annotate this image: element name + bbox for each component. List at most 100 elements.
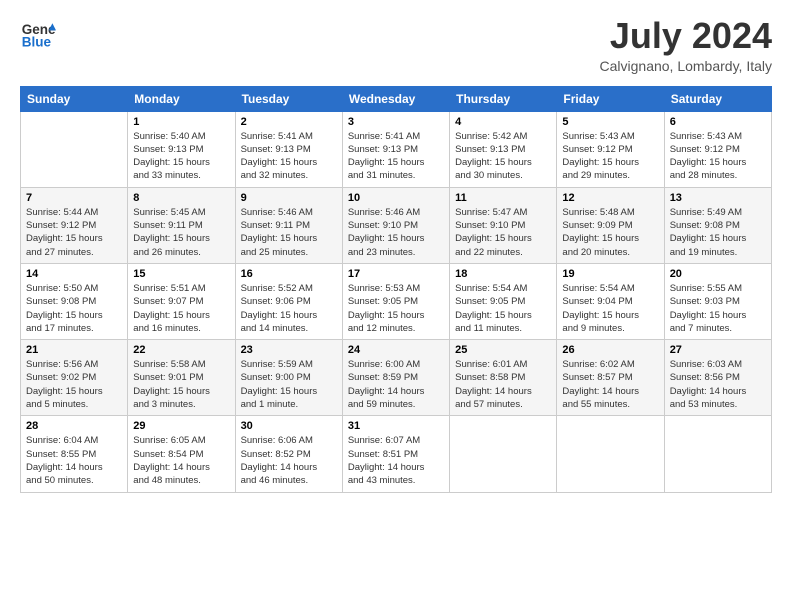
cell-w1-d1: 1 Sunrise: 5:40 AMSunset: 9:13 PMDaylight… [128,111,235,187]
day-number: 20 [670,268,766,280]
col-monday: Monday [128,86,235,111]
col-sunday: Sunday [21,86,128,111]
day-number: 30 [241,420,337,432]
day-info: Sunrise: 5:45 AMSunset: 9:11 PMDaylight:… [133,206,229,259]
day-number: 13 [670,192,766,204]
cell-w3-d3: 17 Sunrise: 5:53 AMSunset: 9:05 PMDayligh… [342,263,449,339]
cell-w5-d4 [450,416,557,492]
cell-w2-d1: 8 Sunrise: 5:45 AMSunset: 9:11 PMDaylight… [128,187,235,263]
day-number: 24 [348,344,444,356]
day-info: Sunrise: 5:43 AMSunset: 9:12 PMDaylight:… [670,130,766,183]
day-number: 23 [241,344,337,356]
day-number: 18 [455,268,551,280]
svg-text:Blue: Blue [22,35,52,50]
day-info: Sunrise: 5:59 AMSunset: 9:00 PMDaylight:… [241,358,337,411]
cell-w5-d1: 29Sunrise: 6:05 AMSunset: 8:54 PMDayligh… [128,416,235,492]
col-wednesday: Wednesday [342,86,449,111]
month-title: July 2024 [600,16,773,56]
day-info: Sunrise: 6:06 AMSunset: 8:52 PMDaylight:… [241,434,337,487]
day-info: Sunrise: 6:04 AMSunset: 8:55 PMDaylight:… [26,434,122,487]
day-info: Sunrise: 5:53 AMSunset: 9:05 PMDaylight:… [348,282,444,335]
cell-w4-d3: 24 Sunrise: 6:00 AMSunset: 8:59 PMDayligh… [342,340,449,416]
day-number: 15 [133,268,229,280]
day-info: Sunrise: 5:54 AMSunset: 9:04 PMDaylight:… [562,282,658,335]
day-info: Sunrise: 6:00 AMSunset: 8:59 PMDaylight:… [348,358,444,411]
cell-w4-d1: 22Sunrise: 5:58 AMSunset: 9:01 PMDayligh… [128,340,235,416]
day-number: 3 [348,116,444,128]
day-info: Sunrise: 6:01 AMSunset: 8:58 PMDaylight:… [455,358,551,411]
day-number: 2 [241,116,337,128]
day-info: Sunrise: 5:46 AMSunset: 9:10 PMDaylight:… [348,206,444,259]
cell-w4-d2: 23 Sunrise: 5:59 AMSunset: 9:00 PMDayligh… [235,340,342,416]
cell-w3-d4: 18 Sunrise: 5:54 AMSunset: 9:05 PMDayligh… [450,263,557,339]
day-info: Sunrise: 6:02 AMSunset: 8:57 PMDaylight:… [562,358,658,411]
day-info: Sunrise: 6:07 AMSunset: 8:51 PMDaylight:… [348,434,444,487]
day-number: 12 [562,192,658,204]
day-number: 14 [26,268,122,280]
day-number: 11 [455,192,551,204]
day-number: 6 [670,116,766,128]
day-number: 27 [670,344,766,356]
day-info: Sunrise: 5:52 AMSunset: 9:06 PMDaylight:… [241,282,337,335]
day-info: Sunrise: 5:54 AMSunset: 9:05 PMDaylight:… [455,282,551,335]
cell-w1-d4: 4Sunrise: 5:42 AMSunset: 9:13 PMDaylight… [450,111,557,187]
day-number: 28 [26,420,122,432]
col-friday: Friday [557,86,664,111]
day-info: Sunrise: 5:42 AMSunset: 9:13 PMDaylight:… [455,130,551,183]
cell-w3-d5: 19 Sunrise: 5:54 AMSunset: 9:04 PMDayligh… [557,263,664,339]
day-number: 5 [562,116,658,128]
day-info: Sunrise: 5:51 AMSunset: 9:07 PMDaylight:… [133,282,229,335]
day-number: 1 [133,116,229,128]
day-info: Sunrise: 6:05 AMSunset: 8:54 PMDaylight:… [133,434,229,487]
day-number: 31 [348,420,444,432]
logo: General Blue [20,16,56,52]
cell-w2-d2: 9 Sunrise: 5:46 AMSunset: 9:11 PMDaylight… [235,187,342,263]
cell-w3-d0: 14 Sunrise: 5:50 AMSunset: 9:08 PMDayligh… [21,263,128,339]
day-number: 9 [241,192,337,204]
page: General Blue July 2024 Calvignano, Lomba… [0,0,792,503]
cell-w5-d0: 28 Sunrise: 6:04 AMSunset: 8:55 PMDayligh… [21,416,128,492]
day-number: 26 [562,344,658,356]
cell-w3-d6: 20 Sunrise: 5:55 AMSunset: 9:03 PMDayligh… [664,263,771,339]
col-tuesday: Tuesday [235,86,342,111]
day-info: Sunrise: 5:55 AMSunset: 9:03 PMDaylight:… [670,282,766,335]
cell-w2-d5: 12Sunrise: 5:48 AMSunset: 9:09 PMDayligh… [557,187,664,263]
day-number: 7 [26,192,122,204]
cell-w4-d6: 27 Sunrise: 6:03 AMSunset: 8:56 PMDayligh… [664,340,771,416]
day-number: 25 [455,344,551,356]
day-number: 21 [26,344,122,356]
day-info: Sunrise: 5:49 AMSunset: 9:08 PMDaylight:… [670,206,766,259]
cell-w1-d2: 2Sunrise: 5:41 AMSunset: 9:13 PMDaylight… [235,111,342,187]
header: General Blue July 2024 Calvignano, Lomba… [20,16,772,74]
cell-w1-d0 [21,111,128,187]
cell-w3-d2: 16Sunrise: 5:52 AMSunset: 9:06 PMDayligh… [235,263,342,339]
cell-w1-d6: 6 Sunrise: 5:43 AMSunset: 9:12 PMDaylight… [664,111,771,187]
day-info: Sunrise: 5:46 AMSunset: 9:11 PMDaylight:… [241,206,337,259]
cell-w2-d4: 11 Sunrise: 5:47 AMSunset: 9:10 PMDayligh… [450,187,557,263]
title-block: July 2024 Calvignano, Lombardy, Italy [600,16,773,74]
cell-w2-d0: 7Sunrise: 5:44 AMSunset: 9:12 PMDaylight… [21,187,128,263]
cell-w5-d2: 30 Sunrise: 6:06 AMSunset: 8:52 PMDayligh… [235,416,342,492]
subtitle: Calvignano, Lombardy, Italy [600,58,773,74]
day-number: 17 [348,268,444,280]
cell-w2-d3: 10 Sunrise: 5:46 AMSunset: 9:10 PMDayligh… [342,187,449,263]
day-info: Sunrise: 5:56 AMSunset: 9:02 PMDaylight:… [26,358,122,411]
cell-w3-d1: 15 Sunrise: 5:51 AMSunset: 9:07 PMDayligh… [128,263,235,339]
day-info: Sunrise: 5:50 AMSunset: 9:08 PMDaylight:… [26,282,122,335]
day-number: 19 [562,268,658,280]
day-info: Sunrise: 5:41 AMSunset: 9:13 PMDaylight:… [348,130,444,183]
day-info: Sunrise: 5:47 AMSunset: 9:10 PMDaylight:… [455,206,551,259]
day-number: 10 [348,192,444,204]
cell-w5-d3: 31 Sunrise: 6:07 AMSunset: 8:51 PMDayligh… [342,416,449,492]
cell-w5-d5 [557,416,664,492]
cell-w2-d6: 13 Sunrise: 5:49 AMSunset: 9:08 PMDayligh… [664,187,771,263]
week-row-4: 21 Sunrise: 5:56 AMSunset: 9:02 PMDayligh… [21,340,772,416]
cell-w5-d6 [664,416,771,492]
day-info: Sunrise: 5:40 AMSunset: 9:13 PMDaylight:… [133,130,229,183]
cell-w1-d5: 5Sunrise: 5:43 AMSunset: 9:12 PMDaylight… [557,111,664,187]
week-row-1: 1 Sunrise: 5:40 AMSunset: 9:13 PMDaylight… [21,111,772,187]
day-number: 22 [133,344,229,356]
day-number: 8 [133,192,229,204]
day-info: Sunrise: 6:03 AMSunset: 8:56 PMDaylight:… [670,358,766,411]
week-row-2: 7Sunrise: 5:44 AMSunset: 9:12 PMDaylight… [21,187,772,263]
